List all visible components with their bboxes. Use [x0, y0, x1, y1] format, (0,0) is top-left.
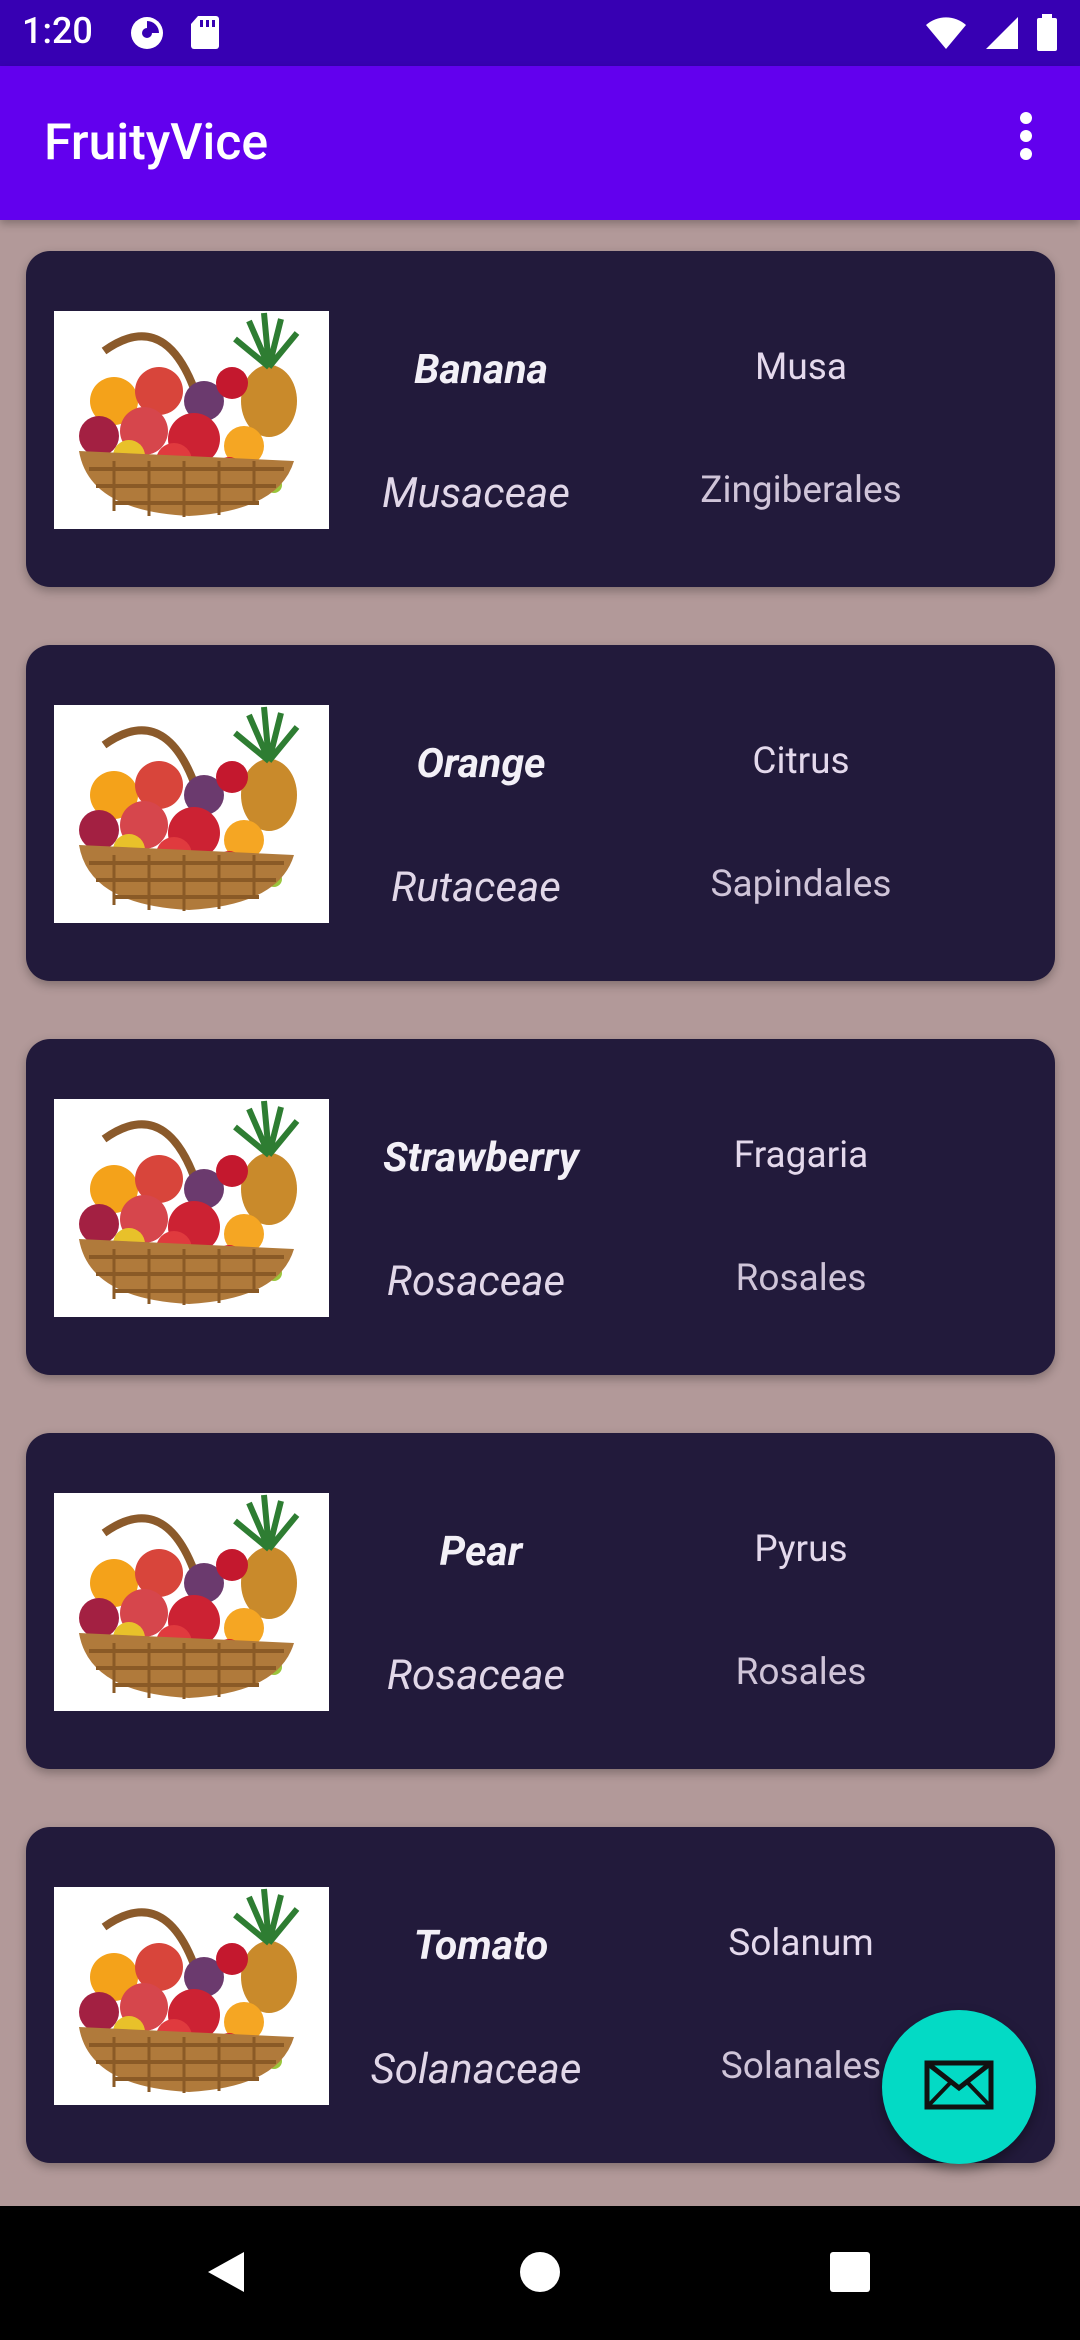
fruit-card[interactable]: Banana Musaceae Musa Zingiberales [26, 251, 1055, 587]
nav-back-button[interactable] [196, 2244, 256, 2304]
email-icon [924, 2060, 994, 2114]
more-vert-icon [1018, 110, 1034, 166]
fruit-order: Zingiberales [700, 469, 902, 512]
fruit-family: Rosaceae [386, 1651, 566, 1700]
fruit-name: Orange [416, 740, 546, 788]
wifi-icon [924, 15, 968, 55]
home-circle-icon [518, 2250, 562, 2298]
fruit-order: Sapindales [710, 863, 892, 906]
system-nav-bar [0, 2206, 1080, 2340]
fruit-basket-image [54, 1099, 329, 1317]
fruit-name: Banana [414, 346, 548, 394]
cell-signal-icon [984, 15, 1020, 55]
fruit-family: Rosaceae [386, 1257, 566, 1306]
fruit-order: Rosales [735, 1651, 867, 1694]
fruit-name: Pear [439, 1528, 523, 1576]
status-bar: 1:20 [0, 0, 1080, 66]
fruit-list[interactable]: Banana Musaceae Musa Zingiberales Orange… [0, 220, 1080, 2206]
fruit-order: Rosales [735, 1257, 867, 1300]
fruit-card[interactable]: Pear Rosaceae Pyrus Rosales [26, 1433, 1055, 1769]
app-bar: FruityVice [0, 66, 1080, 220]
fruit-family: Rutaceae [391, 863, 561, 912]
email-fab-button[interactable] [882, 2010, 1036, 2164]
fruit-genus: Solanum [728, 1922, 874, 1965]
fruit-family: Solanaceae [370, 2045, 582, 2094]
fruit-genus: Musa [755, 346, 847, 389]
fruit-card[interactable]: Strawberry Rosaceae Fragaria Rosales [26, 1039, 1055, 1375]
fruit-card[interactable]: Orange Rutaceae Citrus Sapindales [26, 645, 1055, 981]
fruit-family: Musaceae [382, 469, 570, 518]
fruit-name: Tomato [413, 1922, 549, 1970]
recents-square-icon [828, 2250, 872, 2298]
fruit-genus: Citrus [752, 740, 850, 783]
sd-card-icon [190, 14, 220, 56]
nav-recents-button[interactable] [820, 2244, 880, 2304]
fruit-name: Strawberry [383, 1134, 579, 1182]
fruit-basket-image [54, 311, 329, 529]
status-time: 1:20 [22, 10, 93, 52]
app-title: FruityVice [44, 114, 269, 172]
fruit-genus: Fragaria [733, 1134, 869, 1177]
battery-icon [1036, 14, 1058, 56]
fruit-basket-image [54, 705, 329, 923]
overflow-menu-button[interactable] [994, 106, 1058, 170]
back-triangle-icon [204, 2248, 248, 2300]
fruit-basket-image [54, 1887, 329, 2105]
data-saver-icon [128, 14, 166, 56]
fruit-genus: Pyrus [754, 1528, 848, 1571]
fruit-basket-image [54, 1493, 329, 1711]
nav-home-button[interactable] [510, 2244, 570, 2304]
